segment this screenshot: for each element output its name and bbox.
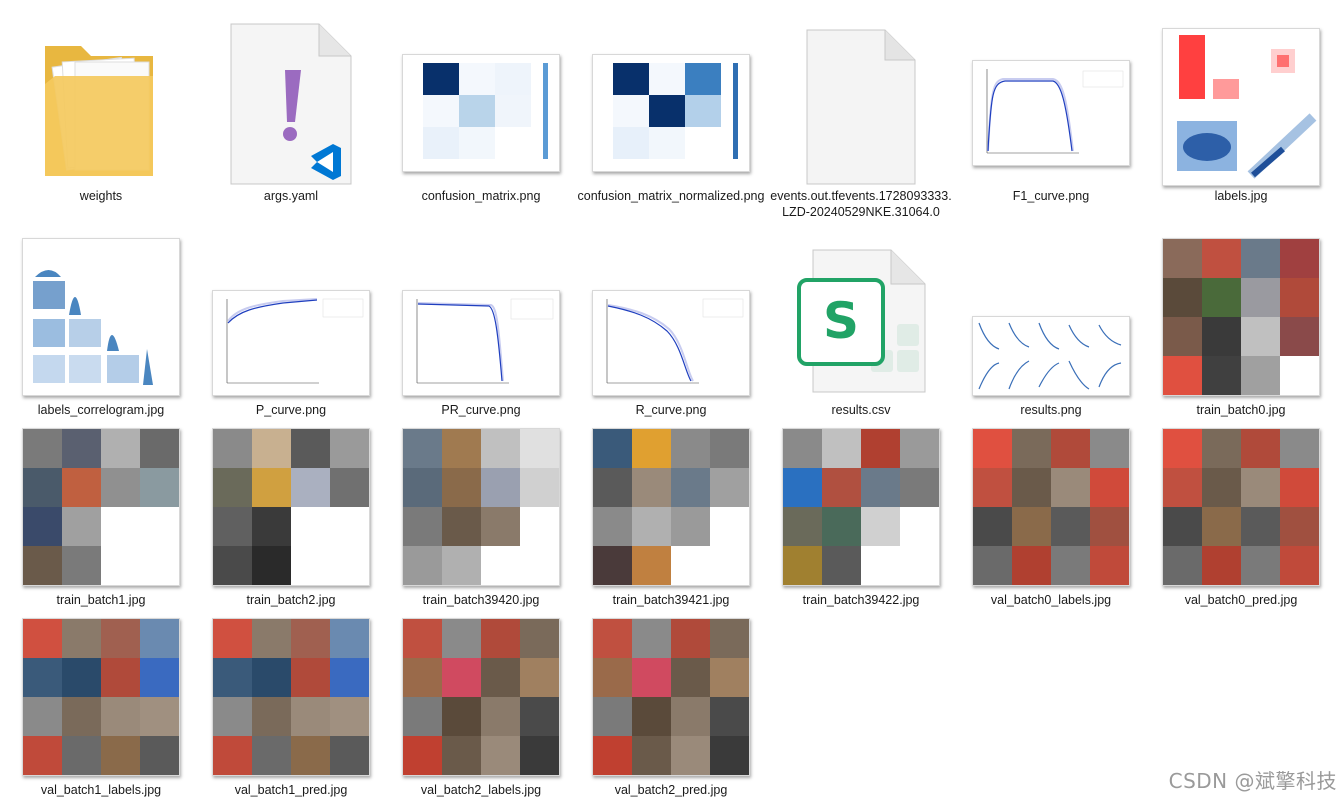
file-name: weights	[79, 189, 123, 203]
yaml-file-icon	[230, 23, 352, 185]
thumbnail-image	[592, 428, 750, 586]
file-name: events.out.tfevents.1728093333.LZD-20240…	[770, 189, 952, 219]
file-name: val_batch2_labels.jpg	[420, 783, 542, 797]
file-name: train_batch39420.jpg	[422, 593, 540, 607]
file-name: train_batch39422.jpg	[802, 593, 920, 607]
file-item-labels[interactable]: labels.jpg	[1146, 10, 1336, 203]
file-item-val-batch2-pred[interactable]: val_batch2_pred.jpg	[576, 614, 766, 804]
file-item-r-curve[interactable]: R_curve.png	[576, 234, 766, 424]
thumbnail-image	[22, 618, 180, 776]
file-item-tfevents[interactable]: events.out.tfevents.1728093333.LZD-20240…	[766, 10, 956, 219]
file-item-train-batch1[interactable]: train_batch1.jpg	[6, 424, 196, 614]
folder-icon	[45, 46, 153, 176]
file-name: PR_curve.png	[441, 403, 521, 417]
thumbnail-image	[22, 238, 180, 396]
file-name: train_batch1.jpg	[56, 593, 146, 607]
thumbnail-image	[592, 618, 750, 776]
file-name: confusion_matrix_normalized.png	[577, 189, 765, 203]
file-name: train_batch39421.jpg	[612, 593, 730, 607]
thumbnail-image	[1162, 238, 1320, 396]
file-name: labels.jpg	[1214, 189, 1268, 203]
thumbnail-image	[972, 60, 1130, 166]
file-item-val-batch0-pred[interactable]: val_batch0_pred.jpg	[1146, 424, 1336, 614]
thumbnail-image	[972, 316, 1130, 396]
file-item-weights[interactable]: weights	[6, 10, 196, 203]
file-item-confusion-matrix[interactable]: confusion_matrix.png	[386, 10, 576, 203]
file-name: results.png	[1020, 403, 1082, 417]
file-name: labels_correlogram.jpg	[37, 403, 165, 417]
file-item-results-png[interactable]: results.png	[956, 234, 1146, 424]
file-name: train_batch2.jpg	[246, 593, 336, 607]
blank-file-icon	[806, 29, 916, 185]
file-name: F1_curve.png	[1012, 189, 1090, 203]
file-item-args-yaml[interactable]: args.yaml	[196, 10, 386, 203]
file-name: train_batch0.jpg	[1196, 403, 1286, 417]
thumbnail-image	[212, 428, 370, 586]
file-name: results.csv	[831, 403, 891, 417]
file-name: P_curve.png	[255, 403, 327, 417]
file-item-labels-correlogram[interactable]: labels_correlogram.jpg	[6, 234, 196, 424]
thumbnail-image	[592, 54, 750, 172]
file-item-val-batch1-labels[interactable]: val_batch1_labels.jpg	[6, 614, 196, 804]
thumbnail-image	[22, 428, 180, 586]
curve-chart	[226, 298, 364, 384]
file-explorer-grid: weights args.yaml confusion_matrix.png c…	[0, 0, 1343, 800]
results-grid-chart	[978, 322, 1122, 390]
file-name: val_batch1_labels.jpg	[40, 783, 162, 797]
file-item-train-batch39421[interactable]: train_batch39421.jpg	[576, 424, 766, 614]
heatmap-chart	[613, 63, 738, 159]
file-item-train-batch2[interactable]: train_batch2.jpg	[196, 424, 386, 614]
watermark-text: CSDN @斌擎科技	[1168, 769, 1337, 793]
curve-chart	[606, 298, 744, 384]
thumbnail-image	[592, 290, 750, 396]
file-item-p-curve[interactable]: P_curve.png	[196, 234, 386, 424]
spreadsheet-file-icon: S	[797, 249, 926, 393]
curve-chart	[986, 69, 1124, 154]
thumbnail-image	[972, 428, 1130, 586]
thumbnail-image	[402, 618, 560, 776]
file-item-val-batch0-labels[interactable]: val_batch0_labels.jpg	[956, 424, 1146, 614]
thumbnail-image	[782, 428, 940, 586]
heatmap-chart	[423, 63, 548, 159]
file-item-train-batch0[interactable]: train_batch0.jpg	[1146, 234, 1336, 424]
file-name: val_batch0_pred.jpg	[1184, 593, 1298, 607]
svg-text:S: S	[823, 292, 859, 350]
file-name: val_batch2_pred.jpg	[614, 783, 728, 797]
file-name: R_curve.png	[635, 403, 707, 417]
file-item-val-batch1-pred[interactable]: val_batch1_pred.jpg	[196, 614, 386, 804]
file-item-results-csv[interactable]: S results.csv	[766, 234, 956, 424]
file-name: args.yaml	[263, 189, 319, 203]
correlogram-chart	[33, 270, 153, 385]
thumbnail-image	[402, 428, 560, 586]
thumbnail-image	[212, 290, 370, 396]
file-name: val_batch1_pred.jpg	[234, 783, 348, 797]
file-item-confusion-matrix-normalized[interactable]: confusion_matrix_normalized.png	[576, 10, 766, 203]
file-item-f1-curve[interactable]: F1_curve.png	[956, 10, 1146, 203]
file-item-train-batch39422[interactable]: train_batch39422.jpg	[766, 424, 956, 614]
thumbnail-image	[1162, 428, 1320, 586]
thumbnail-image	[1162, 28, 1320, 186]
file-item-val-batch2-labels[interactable]: val_batch2_labels.jpg	[386, 614, 576, 804]
curve-chart	[416, 298, 554, 384]
thumbnail-image	[402, 54, 560, 172]
labels-chart	[1177, 35, 1317, 179]
thumbnail-image	[402, 290, 560, 396]
file-item-pr-curve[interactable]: PR_curve.png	[386, 234, 576, 424]
thumbnail-image	[212, 618, 370, 776]
file-item-train-batch39420[interactable]: train_batch39420.jpg	[386, 424, 576, 614]
file-name: confusion_matrix.png	[421, 189, 541, 203]
file-name: val_batch0_labels.jpg	[990, 593, 1112, 607]
